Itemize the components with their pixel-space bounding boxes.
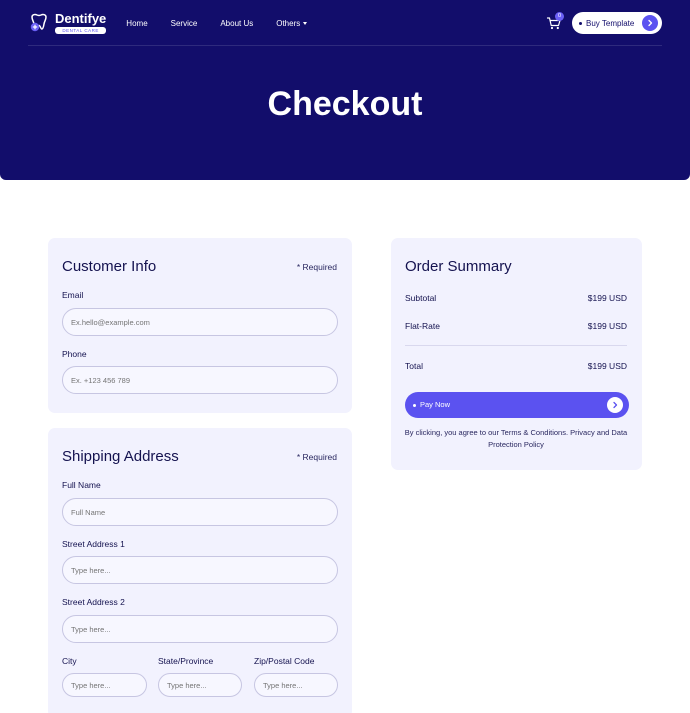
nav-item-service[interactable]: Service	[171, 19, 198, 28]
pay-now-button[interactable]: Pay Now	[405, 392, 629, 418]
subtotal-label: Subtotal	[405, 293, 437, 303]
email-label: Email	[62, 290, 84, 300]
terms-note: By clicking, you agree to our Terms & Co…	[404, 428, 628, 449]
order-summary-title: Order Summary	[405, 258, 512, 275]
phone-label: Phone	[62, 349, 87, 359]
buy-template-button[interactable]: Buy Template	[572, 12, 662, 34]
brand-logo[interactable]: Dentifye DENTAL CARE	[28, 11, 107, 34]
street-address-2-label: Street Address 2	[62, 597, 125, 607]
nav-item-about-us[interactable]: About Us	[220, 19, 253, 28]
city-field[interactable]	[62, 673, 147, 697]
required-note: * Required	[296, 262, 337, 272]
required-note: * Required	[296, 452, 337, 462]
top-nav: Dentifye DENTAL CARE Home Service About …	[28, 11, 662, 35]
dot-icon	[413, 403, 416, 407]
subtotal-value: $199 USD	[587, 293, 627, 303]
full-name-field[interactable]	[62, 498, 338, 526]
hero-header: Dentifye DENTAL CARE Home Service About …	[0, 0, 690, 180]
zip-code-field[interactable]	[254, 673, 338, 697]
tooth-logo-icon	[28, 12, 50, 34]
street-address-1-label: Street Address 1	[62, 539, 125, 549]
pay-now-label: Pay Now	[420, 400, 451, 409]
state-province-field[interactable]	[158, 673, 242, 697]
chevron-down-icon	[303, 21, 308, 25]
chevron-right-icon	[607, 397, 623, 413]
nav-item-home[interactable]: Home	[126, 19, 147, 28]
brand-tagline: DENTAL CARE	[55, 27, 107, 34]
full-name-label: Full Name	[62, 480, 101, 490]
zip-code-label: Zip/Postal Code	[254, 656, 315, 666]
chevron-right-icon	[642, 15, 658, 31]
nav-item-others[interactable]: Others	[276, 18, 308, 28]
phone-field[interactable]	[62, 366, 338, 394]
state-province-label: State/Province	[158, 656, 214, 666]
shipping-address-title: Shipping Address	[62, 448, 179, 465]
dot-icon	[579, 21, 582, 25]
page-title: Checkout	[267, 85, 423, 123]
nav-divider	[28, 45, 662, 46]
main-menu: Home Service About Us Others	[126, 19, 330, 28]
total-value: $199 USD	[587, 361, 627, 371]
street-address-2-field[interactable]	[62, 615, 338, 643]
flat-rate-value: $199 USD	[587, 321, 627, 331]
city-label: City	[62, 656, 77, 666]
buy-template-label: Buy Template	[586, 18, 635, 28]
brand-name: Dentifye	[55, 11, 107, 26]
cart-count-badge: 0	[555, 12, 564, 21]
flat-rate-label: Flat-Rate	[405, 321, 440, 331]
email-field[interactable]	[62, 308, 338, 336]
total-label: Total	[405, 361, 423, 371]
street-address-1-field[interactable]	[62, 556, 338, 584]
cart-button[interactable]: 0	[546, 12, 564, 31]
customer-info-title: Customer Info	[62, 258, 157, 275]
nav-item-others-label: Others	[276, 18, 301, 28]
summary-divider	[405, 345, 627, 346]
